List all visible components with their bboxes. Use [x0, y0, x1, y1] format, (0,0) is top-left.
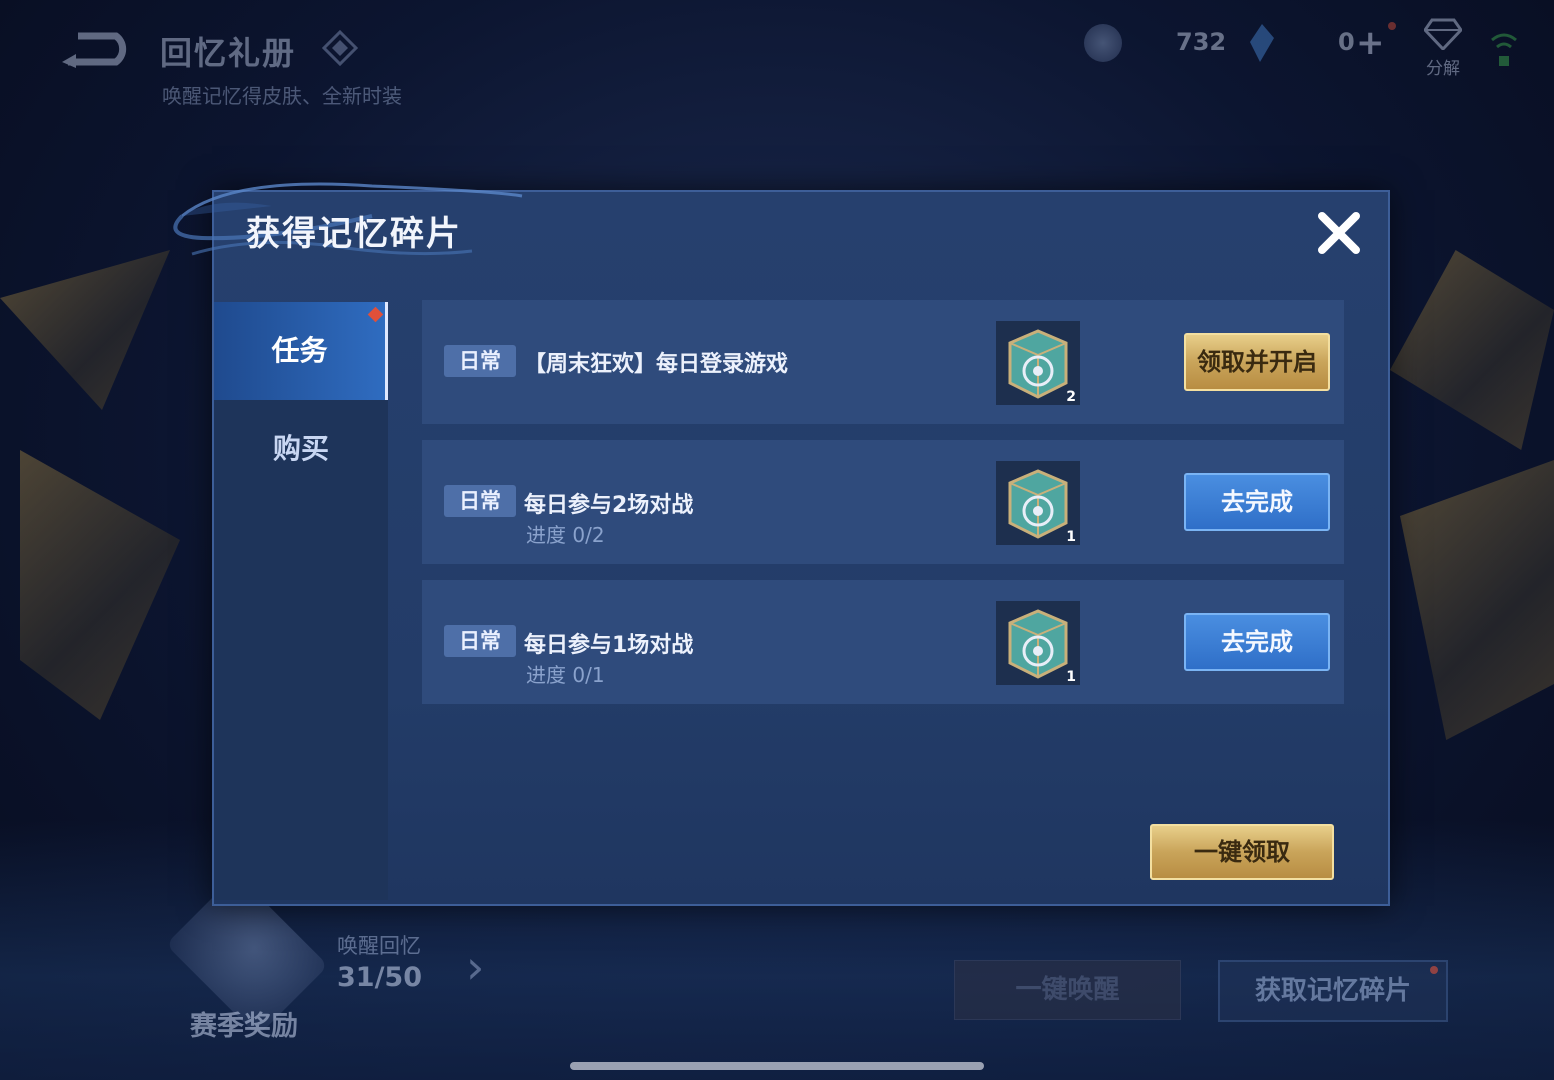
coin-value: 732 — [1176, 28, 1227, 56]
coin-icon — [1084, 24, 1122, 62]
screen-title: 回忆礼册 — [160, 34, 297, 72]
memory-chest-icon — [1008, 609, 1068, 679]
home-indicator[interactable] — [570, 1062, 984, 1070]
reward-count: 1 — [1066, 669, 1076, 685]
dialog-title: 获得记忆碎片 — [246, 214, 462, 254]
tab-purchase[interactable]: 购买 — [214, 400, 388, 498]
awaken-memory-label: 唤醒回忆 — [337, 934, 421, 958]
daily-tag: 日常 — [444, 625, 516, 657]
claim-and-open-button[interactable]: 领取并开启 — [1184, 333, 1330, 391]
background-shard — [1390, 250, 1554, 450]
go-complete-button[interactable]: 去完成 — [1184, 473, 1330, 531]
decompose-diamond-icon[interactable] — [1424, 18, 1462, 50]
reward-item[interactable]: 1 — [996, 461, 1080, 545]
notification-dot — [1430, 966, 1438, 974]
notification-dot — [1388, 22, 1396, 30]
daily-tag: 日常 — [444, 485, 516, 517]
top-bar: 回忆礼册 唤醒记忆得皮肤、全新时装 732 0 + 分解 — [0, 0, 1554, 120]
memory-chest-icon — [1008, 469, 1068, 539]
background-shard — [20, 450, 180, 720]
diamond-badge-icon — [322, 30, 358, 66]
reward-item[interactable]: 2 — [996, 321, 1080, 405]
task-row: 日常 每日参与2场对战 进度 0/2 1 去完成 — [422, 440, 1344, 564]
tab-tasks[interactable]: 任务 — [214, 302, 388, 400]
memory-chest-icon — [1008, 329, 1068, 399]
onekey-awaken-button[interactable]: 一键唤醒 — [954, 960, 1181, 1020]
signal-icon — [1491, 33, 1517, 66]
task-row: 日常 【周末狂欢】每日登录游戏 2 领取并开启 — [422, 300, 1344, 424]
task-name: 【周末狂欢】每日登录游戏 — [524, 352, 789, 377]
task-progress: 进度 0/2 — [526, 523, 605, 547]
season-reward-label[interactable]: 赛季奖励 — [190, 1004, 298, 1043]
awaken-count: 31/50 — [337, 962, 423, 993]
decompose-label[interactable]: 分解 — [1426, 54, 1460, 79]
background-shard — [1400, 460, 1554, 740]
screen-subtitle: 唤醒记忆得皮肤、全新时装 — [162, 84, 402, 108]
gem-value: 0 — [1338, 28, 1355, 56]
task-name: 每日参与2场对战 — [524, 493, 694, 518]
background-shard — [0, 250, 170, 410]
close-icon[interactable] — [1314, 208, 1364, 258]
go-complete-button[interactable]: 去完成 — [1184, 613, 1330, 671]
reward-count: 1 — [1066, 529, 1076, 545]
reward-count: 2 — [1066, 389, 1076, 405]
task-row: 日常 每日参与1场对战 进度 0/1 1 去完成 — [422, 580, 1344, 704]
back-arrow-icon[interactable] — [58, 30, 134, 68]
chevron-right-icon[interactable]: › — [466, 940, 484, 994]
task-progress: 进度 0/1 — [526, 663, 605, 687]
task-name: 每日参与1场对战 — [524, 633, 694, 658]
daily-tag: 日常 — [444, 345, 516, 377]
crystal-shard-icon — [1250, 24, 1274, 62]
get-memory-shards-button[interactable]: 获取记忆碎片 — [1218, 960, 1448, 1022]
reward-item[interactable]: 1 — [996, 601, 1080, 685]
add-currency-icon[interactable]: + — [1356, 26, 1385, 60]
claim-all-button[interactable]: 一键领取 — [1150, 824, 1334, 880]
